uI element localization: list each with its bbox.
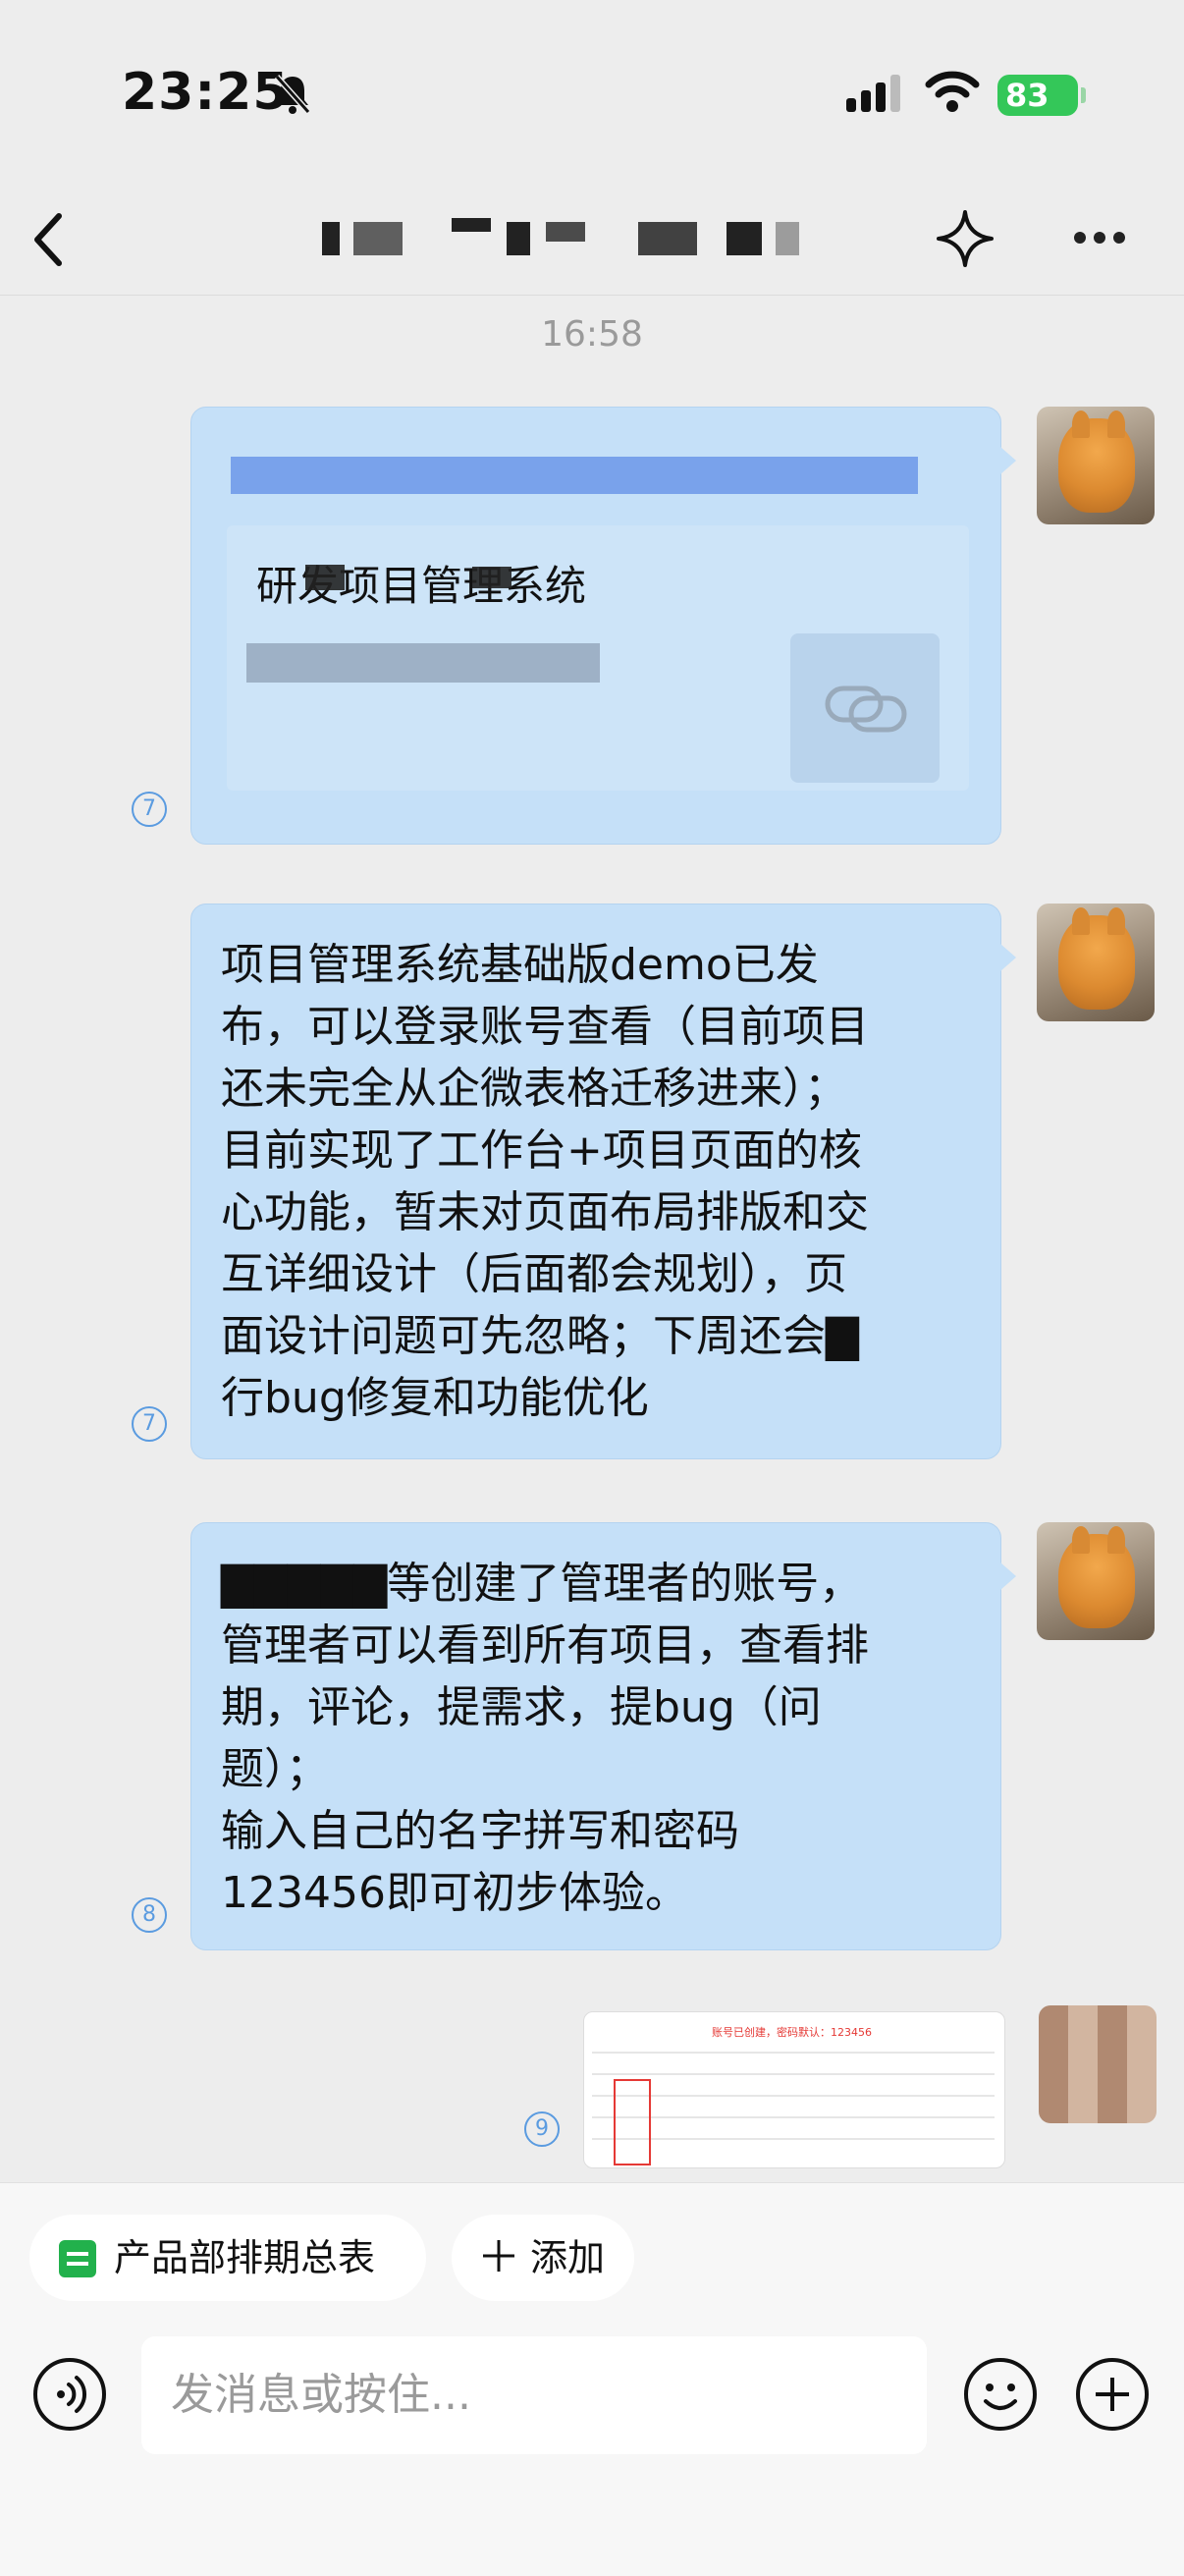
redacted-text [472, 567, 511, 588]
read-receipt-count[interactable]: 7 [132, 792, 167, 827]
read-receipt-count[interactable]: 8 [132, 1897, 167, 1933]
chat-timestamp: 16:58 [541, 314, 643, 355]
avatar-pixelated[interactable] [1039, 2005, 1157, 2123]
link-message-bubble[interactable]: 研发项目管理系统 [190, 407, 1016, 845]
bell-muted-icon [274, 75, 311, 114]
plus-icon [483, 2240, 514, 2272]
status-time: 23:25 [122, 63, 290, 122]
status-bar: 23:25 83 [0, 0, 1184, 187]
redacted-text [231, 457, 918, 494]
message-text: 项目管理系统基础版demo已发 布，可以登录账号查看（目前项目 还未完全从企微表… [221, 940, 869, 1423]
voice-input-icon[interactable] [31, 2356, 108, 2433]
sparkle-ai-icon[interactable] [933, 206, 997, 271]
spreadsheet-icon [59, 2240, 96, 2277]
image-caption: 账号已创建，密码默认：123456 [712, 2026, 872, 2039]
link-thumbnail [790, 633, 940, 783]
text-message-bubble[interactable]: ▇▇▇▇▇等创建了管理者的账号， 管理者可以看到所有项目，查看排 期，评论，提需… [190, 1522, 1016, 1950]
input-area: 产品部排期总表 添加 发消息或按住... [0, 2182, 1184, 2576]
avatar[interactable] [1037, 904, 1155, 1021]
read-receipt-count[interactable]: 9 [524, 2111, 560, 2147]
chat-title-redacted [314, 204, 825, 263]
signal-icon [846, 75, 900, 112]
read-receipt-count[interactable]: 7 [132, 1406, 167, 1442]
add-shortcut-chip[interactable]: 添加 [452, 2215, 634, 2301]
avatar[interactable] [1037, 407, 1155, 524]
battery-indicator: 83 [997, 75, 1086, 116]
sheet-shortcut-chip[interactable]: 产品部排期总表 [29, 2215, 426, 2301]
avatar[interactable] [1037, 1522, 1155, 1640]
highlight-box [614, 2079, 651, 2165]
sheet-shortcut-label: 产品部排期总表 [114, 2236, 376, 2279]
wifi-icon [925, 71, 980, 112]
message-input[interactable]: 发消息或按住... [141, 2336, 927, 2454]
text-message-bubble[interactable]: 项目管理系统基础版demo已发 布，可以登录账号查看（目前项目 还未完全从企微表… [190, 904, 1016, 1459]
add-shortcut-label: 添加 [530, 2236, 606, 2279]
image-message[interactable]: 账号已创建，密码默认：123456 [583, 2011, 1005, 2168]
message-text: ▇▇▇▇▇等创建了管理者的账号， 管理者可以看到所有项目，查看排 期，评论，提需… [221, 1559, 869, 1918]
redacted-subtitle [246, 643, 600, 683]
more-options-icon[interactable] [1070, 226, 1133, 249]
chat-header [0, 187, 1184, 296]
more-functions-plus-icon[interactable] [1074, 2356, 1151, 2433]
emoji-icon[interactable] [962, 2356, 1039, 2433]
back-icon[interactable] [20, 202, 79, 277]
redacted-text [305, 565, 345, 590]
link-card[interactable]: 研发项目管理系统 [227, 525, 969, 791]
link-icon [825, 685, 907, 733]
